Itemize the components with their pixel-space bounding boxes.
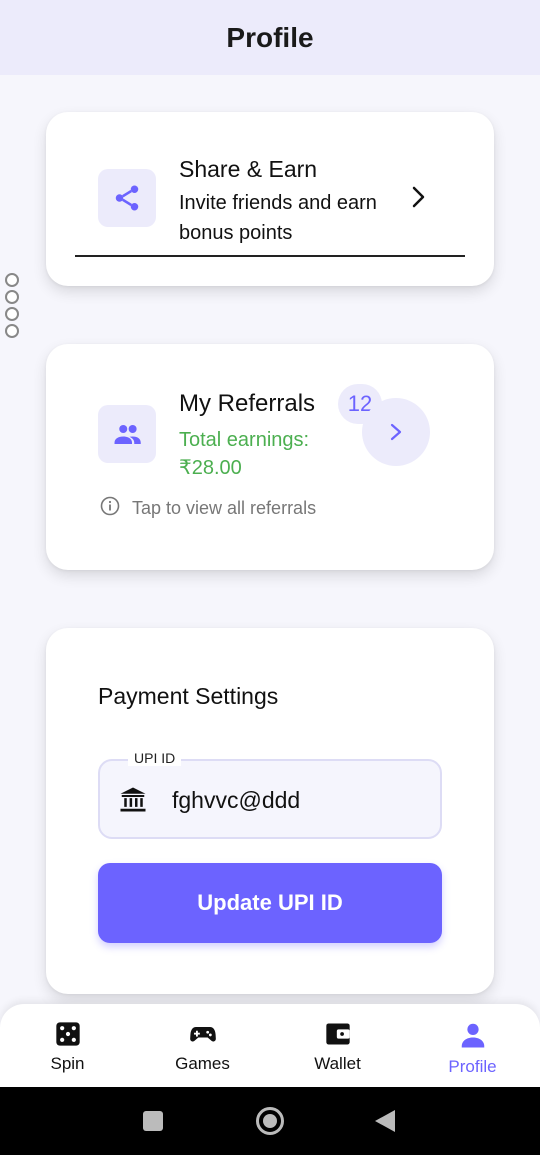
referrals-hint: Tap to view all referrals — [100, 496, 316, 521]
share-icon — [98, 169, 156, 227]
earnings-value: ₹28.00 — [179, 457, 242, 479]
drag-handle-dot — [5, 324, 19, 338]
nav-item-profile[interactable]: Profile — [405, 1004, 540, 1087]
drag-handle-dot — [5, 290, 19, 304]
referral-earnings: Total earnings: ₹28.00 — [179, 426, 349, 482]
share-earn-card[interactable]: Share & Earn Invite friends and earn bon… — [46, 112, 494, 286]
recents-icon[interactable] — [142, 1110, 164, 1137]
nav-label: Games — [175, 1054, 230, 1073]
app-bar: Profile — [0, 0, 540, 75]
earnings-label: Total earnings: — [179, 429, 310, 451]
upi-id-label: UPI ID — [128, 750, 182, 766]
nav-label: Spin — [50, 1054, 85, 1073]
referrals-card[interactable]: My Referrals 12 Total earnings: ₹28.00 T… — [46, 344, 494, 570]
nav-label: Wallet — [314, 1054, 361, 1073]
info-icon — [100, 496, 120, 521]
back-icon[interactable] — [374, 1109, 396, 1138]
share-earn-subtitle: Invite friends and earn bonus points — [179, 192, 377, 244]
gamepad-icon — [188, 1020, 218, 1053]
home-icon[interactable] — [255, 1106, 285, 1141]
payment-settings-title: Payment Settings — [98, 683, 279, 709]
nav-item-wallet[interactable]: Wallet — [270, 1004, 405, 1087]
bottom-nav: Spin Games Wallet Profile — [0, 1004, 540, 1087]
chevron-right-icon — [390, 423, 402, 441]
person-icon — [458, 1020, 488, 1055]
update-upi-button[interactable]: Update UPI ID — [98, 863, 442, 943]
people-icon — [98, 405, 156, 463]
drag-handle[interactable] — [5, 273, 19, 338]
drag-handle-dot — [5, 307, 19, 321]
referrals-open-button[interactable] — [362, 398, 430, 466]
drag-handle-dot — [5, 273, 19, 287]
upi-id-field[interactable]: UPI ID — [98, 750, 442, 839]
nav-item-spin[interactable]: Spin — [0, 1004, 135, 1087]
bank-icon — [118, 785, 148, 820]
referrals-title: My Referrals — [179, 390, 316, 417]
wallet-icon — [324, 1020, 352, 1053]
dice-icon — [54, 1020, 82, 1053]
share-underline-divider — [75, 255, 465, 257]
chevron-right-icon[interactable] — [408, 184, 430, 215]
upi-id-input[interactable] — [172, 783, 422, 817]
nav-item-games[interactable]: Games — [135, 1004, 270, 1087]
payment-settings-card: Payment Settings UPI ID Update UPI ID — [46, 628, 494, 994]
nav-label: Profile — [448, 1057, 497, 1076]
system-nav-bar — [0, 1087, 540, 1155]
share-earn-title: Share & Earn — [179, 156, 318, 182]
referrals-hint-text: Tap to view all referrals — [132, 498, 317, 518]
page-title: Profile — [226, 21, 314, 53]
